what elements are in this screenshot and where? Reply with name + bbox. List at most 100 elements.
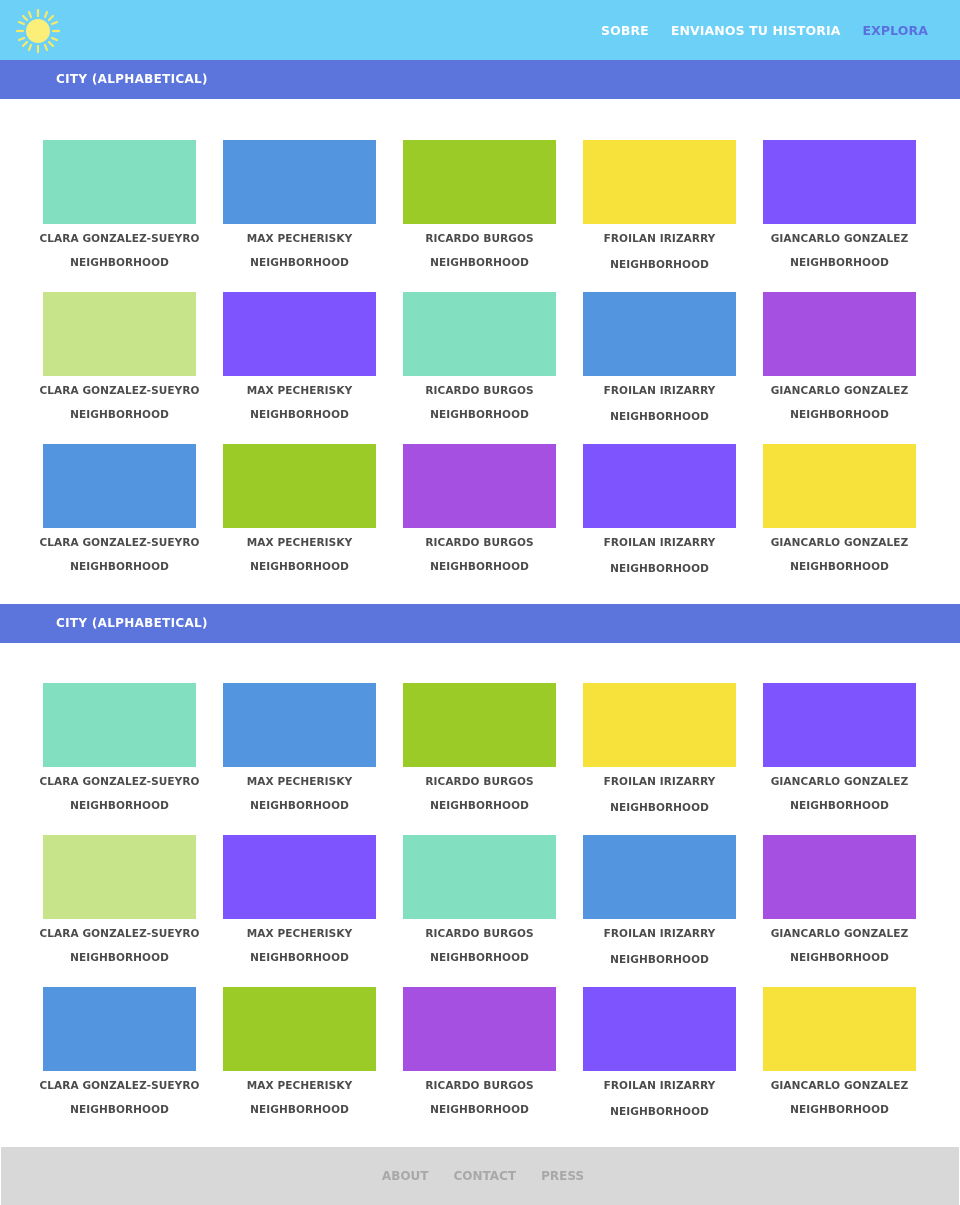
story-author-name[interactable]: CLARA GONZALEZ-SUEYRO <box>31 1080 208 1092</box>
story-tile[interactable]: RICARDO BURGOS NEIGHBORHOOD <box>403 140 556 275</box>
story-tile[interactable]: GIANCARLO GONZALEZ NEIGHBORHOOD <box>763 683 916 818</box>
story-author-name[interactable]: MAX PECHERISKY <box>211 537 388 549</box>
story-color-swatch[interactable] <box>223 292 376 376</box>
story-author-name[interactable]: GIANCARLO GONZALEZ <box>751 1080 928 1092</box>
story-author-name[interactable]: MAX PECHERISKY <box>211 776 388 788</box>
story-author-name[interactable]: CLARA GONZALEZ-SUEYRO <box>31 776 208 788</box>
story-color-swatch[interactable] <box>763 292 916 376</box>
story-author-name[interactable]: RICARDO BURGOS <box>391 776 568 788</box>
story-tile[interactable]: GIANCARLO GONZALEZ NEIGHBORHOOD <box>763 835 916 970</box>
story-color-swatch[interactable] <box>43 444 196 528</box>
story-author-name[interactable]: FROILAN IRIZARRY <box>571 385 748 397</box>
story-tile[interactable]: FROILAN IRIZARRY NEIGHBORHOOD <box>583 292 736 427</box>
story-author-name[interactable]: FROILAN IRIZARRY <box>571 233 748 245</box>
story-tile[interactable]: FROILAN IRIZARRY NEIGHBORHOOD <box>583 140 736 275</box>
story-tile[interactable]: GIANCARLO GONZALEZ NEIGHBORHOOD <box>763 140 916 275</box>
story-tile[interactable]: FROILAN IRIZARRY NEIGHBORHOOD <box>583 683 736 818</box>
story-author-name[interactable]: GIANCARLO GONZALEZ <box>751 776 928 788</box>
story-tile[interactable]: GIANCARLO GONZALEZ NEIGHBORHOOD <box>763 444 916 579</box>
story-tile[interactable]: CLARA GONZALEZ-SUEYRO NEIGHBORHOOD <box>39 987 199 1122</box>
story-author-name[interactable]: MAX PECHERISKY <box>211 233 388 245</box>
story-author-name[interactable]: RICARDO BURGOS <box>391 1080 568 1092</box>
sun-icon[interactable] <box>15 8 61 54</box>
story-tile[interactable]: GIANCARLO GONZALEZ NEIGHBORHOOD <box>763 987 916 1122</box>
story-neighborhood: NEIGHBORHOOD <box>70 257 169 269</box>
story-color-swatch[interactable] <box>223 140 376 224</box>
story-tile[interactable]: GIANCARLO GONZALEZ NEIGHBORHOOD <box>763 292 916 427</box>
story-tile[interactable]: FROILAN IRIZARRY NEIGHBORHOOD <box>583 987 736 1122</box>
story-tile[interactable]: CLARA GONZALEZ-SUEYRO NEIGHBORHOOD <box>39 444 199 579</box>
story-tile[interactable]: CLARA GONZALEZ-SUEYRO NEIGHBORHOOD <box>39 140 199 275</box>
story-color-swatch[interactable] <box>43 835 196 919</box>
story-tile[interactable]: FROILAN IRIZARRY NEIGHBORHOOD <box>583 835 736 970</box>
story-color-swatch[interactable] <box>43 683 196 767</box>
story-color-swatch[interactable] <box>223 683 376 767</box>
footer-press-link[interactable]: PRESS <box>541 1169 584 1183</box>
story-tile[interactable]: RICARDO BURGOS NEIGHBORHOOD <box>403 987 556 1122</box>
story-neighborhood: NEIGHBORHOOD <box>790 1104 889 1116</box>
story-tile[interactable]: CLARA GONZALEZ-SUEYRO NEIGHBORHOOD <box>39 835 199 970</box>
story-color-swatch[interactable] <box>763 683 916 767</box>
story-color-swatch[interactable] <box>763 444 916 528</box>
footer-contact-link[interactable]: CONTACT <box>454 1169 517 1183</box>
story-author-name[interactable]: GIANCARLO GONZALEZ <box>751 385 928 397</box>
story-author-name[interactable]: FROILAN IRIZARRY <box>571 1080 748 1092</box>
story-color-swatch[interactable] <box>583 292 736 376</box>
story-tile[interactable]: RICARDO BURGOS NEIGHBORHOOD <box>403 292 556 427</box>
story-author-name[interactable]: RICARDO BURGOS <box>391 928 568 940</box>
story-author-name[interactable]: CLARA GONZALEZ-SUEYRO <box>31 928 208 940</box>
story-color-swatch[interactable] <box>583 140 736 224</box>
story-color-swatch[interactable] <box>43 987 196 1071</box>
story-author-name[interactable]: FROILAN IRIZARRY <box>571 537 748 549</box>
story-neighborhood: NEIGHBORHOOD <box>790 800 889 812</box>
story-tile[interactable]: FROILAN IRIZARRY NEIGHBORHOOD <box>583 444 736 579</box>
story-tile[interactable]: MAX PECHERISKY NEIGHBORHOOD <box>223 987 376 1122</box>
story-author-name[interactable]: CLARA GONZALEZ-SUEYRO <box>31 233 208 245</box>
story-color-swatch[interactable] <box>403 292 556 376</box>
story-tile[interactable]: MAX PECHERISKY NEIGHBORHOOD <box>223 835 376 970</box>
story-color-swatch[interactable] <box>763 835 916 919</box>
story-author-name[interactable]: MAX PECHERISKY <box>211 385 388 397</box>
story-color-swatch[interactable] <box>583 444 736 528</box>
story-color-swatch[interactable] <box>763 140 916 224</box>
story-color-swatch[interactable] <box>763 987 916 1071</box>
story-color-swatch[interactable] <box>223 987 376 1071</box>
story-tile[interactable]: MAX PECHERISKY NEIGHBORHOOD <box>223 292 376 427</box>
story-author-name[interactable]: RICARDO BURGOS <box>391 537 568 549</box>
story-author-name[interactable]: FROILAN IRIZARRY <box>571 928 748 940</box>
story-author-name[interactable]: MAX PECHERISKY <box>211 928 388 940</box>
story-tile[interactable]: CLARA GONZALEZ-SUEYRO NEIGHBORHOOD <box>39 683 199 818</box>
story-color-swatch[interactable] <box>583 683 736 767</box>
story-color-swatch[interactable] <box>223 835 376 919</box>
story-author-name[interactable]: RICARDO BURGOS <box>391 385 568 397</box>
story-color-swatch[interactable] <box>403 444 556 528</box>
story-color-swatch[interactable] <box>403 987 556 1071</box>
story-color-swatch[interactable] <box>403 140 556 224</box>
story-author-name[interactable]: GIANCARLO GONZALEZ <box>751 233 928 245</box>
story-tile[interactable]: RICARDO BURGOS NEIGHBORHOOD <box>403 683 556 818</box>
story-tile[interactable]: RICARDO BURGOS NEIGHBORHOOD <box>403 835 556 970</box>
story-author-name[interactable]: MAX PECHERISKY <box>211 1080 388 1092</box>
story-color-swatch[interactable] <box>583 835 736 919</box>
story-author-name[interactable]: CLARA GONZALEZ-SUEYRO <box>31 385 208 397</box>
story-author-name[interactable]: FROILAN IRIZARRY <box>571 776 748 788</box>
story-tile[interactable]: RICARDO BURGOS NEIGHBORHOOD <box>403 444 556 579</box>
footer-about-link[interactable]: ABOUT <box>382 1169 429 1183</box>
story-author-name[interactable]: CLARA GONZALEZ-SUEYRO <box>31 537 208 549</box>
story-color-swatch[interactable] <box>403 683 556 767</box>
story-author-name[interactable]: GIANCARLO GONZALEZ <box>751 537 928 549</box>
story-tile[interactable]: CLARA GONZALEZ-SUEYRO NEIGHBORHOOD <box>39 292 199 427</box>
story-color-swatch[interactable] <box>403 835 556 919</box>
story-author-name[interactable]: RICARDO BURGOS <box>391 233 568 245</box>
nav-explora[interactable]: EXPLORA <box>863 23 928 38</box>
story-tile[interactable]: MAX PECHERISKY NEIGHBORHOOD <box>223 140 376 275</box>
story-color-swatch[interactable] <box>43 140 196 224</box>
story-author-name[interactable]: GIANCARLO GONZALEZ <box>751 928 928 940</box>
nav-envianos-tu-historia[interactable]: ENVIANOS TU HISTORIA <box>671 23 841 38</box>
story-color-swatch[interactable] <box>583 987 736 1071</box>
story-tile[interactable]: MAX PECHERISKY NEIGHBORHOOD <box>223 444 376 579</box>
story-color-swatch[interactable] <box>223 444 376 528</box>
nav-sobre[interactable]: SOBRE <box>601 23 649 38</box>
story-tile[interactable]: MAX PECHERISKY NEIGHBORHOOD <box>223 683 376 818</box>
story-color-swatch[interactable] <box>43 292 196 376</box>
